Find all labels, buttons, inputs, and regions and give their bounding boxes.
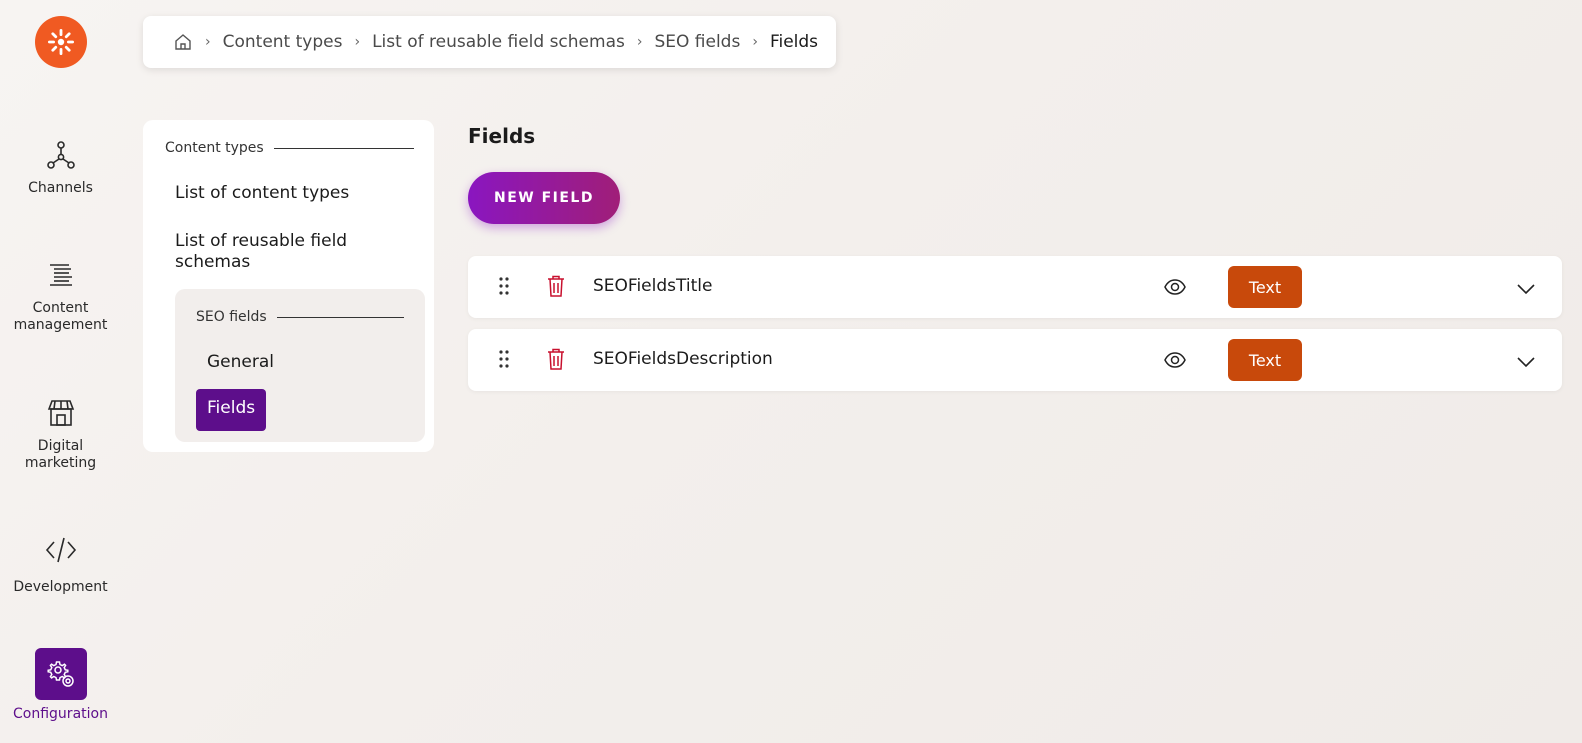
gears-icon bbox=[34, 648, 87, 700]
logo-asterisk-icon bbox=[48, 29, 74, 55]
section-header: Content types bbox=[165, 140, 414, 156]
rail-item-label: Development bbox=[13, 579, 108, 595]
storefront-icon bbox=[44, 396, 78, 430]
chevron-down-icon[interactable] bbox=[1516, 280, 1536, 299]
rail-item-configuration[interactable]: Configuration bbox=[0, 648, 121, 723]
rail-item-label: Channels bbox=[28, 180, 93, 196]
rail-item-channels[interactable]: Channels bbox=[0, 138, 121, 197]
secondary-navigation: Content types List of content types List… bbox=[143, 120, 434, 452]
section-title: Content types bbox=[165, 140, 264, 156]
field-type-badge: Text bbox=[1228, 266, 1302, 308]
breadcrumb-item[interactable]: List of reusable field schemas bbox=[372, 32, 625, 52]
breadcrumb-item[interactable]: SEO fields bbox=[654, 32, 740, 52]
field-name: SEOFieldsTitle bbox=[593, 276, 713, 296]
nested-nav-seo-fields: SEO fields General Fields bbox=[175, 289, 425, 442]
drag-handle-icon[interactable] bbox=[498, 276, 510, 300]
chevron-down-icon[interactable] bbox=[1516, 353, 1536, 372]
drag-handle-icon[interactable] bbox=[498, 349, 510, 373]
channels-icon bbox=[44, 138, 78, 172]
code-icon bbox=[44, 533, 78, 567]
chevron-right-icon: › bbox=[636, 34, 643, 50]
rail-item-content-management[interactable]: Content management bbox=[0, 258, 121, 334]
section-header: SEO fields bbox=[196, 309, 404, 325]
content-management-icon bbox=[44, 258, 78, 292]
eye-icon[interactable] bbox=[1163, 350, 1187, 374]
delete-icon[interactable] bbox=[546, 347, 566, 375]
field-row[interactable]: SEOFieldsTitle Text bbox=[468, 256, 1562, 318]
breadcrumb-current: Fields bbox=[769, 32, 819, 52]
divider bbox=[276, 316, 404, 318]
nav-link-general[interactable]: General bbox=[207, 352, 274, 372]
home-icon[interactable] bbox=[173, 32, 193, 52]
field-name: SEOFieldsDescription bbox=[593, 349, 773, 369]
breadcrumb: › Content types › List of reusable field… bbox=[143, 16, 836, 68]
new-field-button[interactable]: NEW FIELD bbox=[468, 172, 620, 224]
field-row[interactable]: SEOFieldsDescription Text bbox=[468, 329, 1562, 391]
rail-item-label: Digital marketing bbox=[24, 438, 97, 471]
section-title: SEO fields bbox=[196, 309, 267, 325]
chevron-right-icon: › bbox=[205, 34, 211, 50]
chevron-right-icon: › bbox=[354, 34, 361, 50]
rail-item-label: Content management bbox=[13, 300, 108, 333]
chevron-right-icon: › bbox=[752, 34, 758, 50]
field-type-badge: Text bbox=[1228, 339, 1302, 381]
rail-item-label: Configuration bbox=[13, 706, 108, 722]
nav-link-fields[interactable]: Fields bbox=[196, 389, 267, 431]
rail-item-digital-marketing[interactable]: Digital marketing bbox=[0, 396, 121, 472]
delete-icon[interactable] bbox=[546, 274, 566, 302]
nav-link-reusable-field-schemas[interactable]: List of reusable field schemas bbox=[175, 231, 405, 273]
nav-link-content-types[interactable]: List of content types bbox=[175, 183, 349, 204]
eye-icon[interactable] bbox=[1163, 277, 1187, 301]
divider bbox=[273, 147, 414, 149]
rail-item-development[interactable]: Development bbox=[0, 533, 121, 596]
kentico-logo[interactable] bbox=[35, 16, 87, 68]
page-title: Fields bbox=[468, 124, 536, 148]
breadcrumb-item[interactable]: Content types bbox=[223, 32, 343, 52]
